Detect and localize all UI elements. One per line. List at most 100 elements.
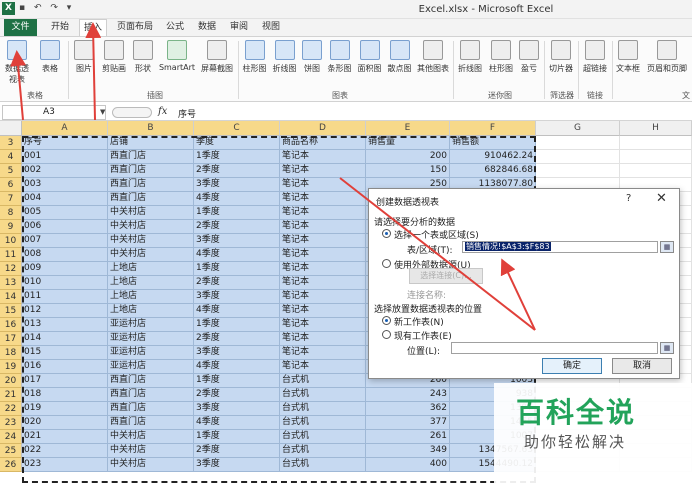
row-header[interactable]: 18	[0, 346, 22, 360]
cell-c7[interactable]: 4季度	[194, 192, 280, 206]
bar-chart-button[interactable]: 条形图	[325, 40, 354, 74]
close-icon[interactable]: ✕	[656, 191, 667, 206]
chevron-down-icon[interactable]: ▼	[100, 108, 105, 116]
cell-a6[interactable]: 003	[22, 178, 108, 192]
cell-b7[interactable]: 西直门店	[108, 192, 194, 206]
row-header[interactable]: 7	[0, 192, 22, 206]
row-header[interactable]: 26	[0, 458, 22, 472]
cell-d9[interactable]: 笔记本	[280, 220, 366, 234]
location-collapse-icon[interactable]: ▦	[660, 342, 674, 354]
cell-a19[interactable]: 016	[22, 360, 108, 374]
cell-c12[interactable]: 1季度	[194, 262, 280, 276]
cell-a21[interactable]: 018	[22, 388, 108, 402]
table-button[interactable]: 表格	[36, 40, 64, 74]
row-header[interactable]: 11	[0, 248, 22, 262]
function-icon[interactable]: fx	[158, 106, 167, 117]
cell-f4[interactable]: 910462.24	[450, 150, 536, 164]
cell-b3[interactable]: 店铺	[108, 136, 194, 150]
cell-d26[interactable]: 台式机	[280, 458, 366, 472]
cell-c20[interactable]: 1季度	[194, 374, 280, 388]
cell-e22[interactable]: 362	[366, 402, 450, 416]
cell-d15[interactable]: 笔记本	[280, 304, 366, 318]
cell-a26[interactable]: 023	[22, 458, 108, 472]
tab-view[interactable]: 视图	[258, 19, 284, 36]
cell-b14[interactable]: 上地店	[108, 290, 194, 304]
row-header[interactable]: 4	[0, 150, 22, 164]
cell-a18[interactable]: 015	[22, 346, 108, 360]
row-header[interactable]: 12	[0, 262, 22, 276]
name-box[interactable]: A3	[2, 105, 106, 120]
cell-c21[interactable]: 2季度	[194, 388, 280, 402]
column-header-d[interactable]: D	[280, 121, 366, 136]
row-header[interactable]: 6	[0, 178, 22, 192]
tab-data[interactable]: 数据	[194, 19, 220, 36]
pivot-table-button[interactable]: 数据透视表	[2, 40, 32, 85]
radio-existing-worksheet[interactable]	[382, 330, 391, 339]
cell-a9[interactable]: 006	[22, 220, 108, 234]
cell-c22[interactable]: 3季度	[194, 402, 280, 416]
radio-new-worksheet-label[interactable]: 新工作表(N)	[394, 315, 444, 328]
row-header[interactable]: 3	[0, 136, 22, 150]
cell-e24[interactable]: 261	[366, 430, 450, 444]
cell-g3[interactable]	[536, 136, 620, 150]
cell-e23[interactable]: 377	[366, 416, 450, 430]
cell-a11[interactable]: 008	[22, 248, 108, 262]
cell-d21[interactable]: 台式机	[280, 388, 366, 402]
cell-f3[interactable]: 销售额	[450, 136, 536, 150]
cell-a8[interactable]: 005	[22, 206, 108, 220]
cell-d16[interactable]: 笔记本	[280, 318, 366, 332]
help-icon[interactable]: ?	[626, 193, 631, 204]
cell-b18[interactable]: 亚运村店	[108, 346, 194, 360]
cell-e5[interactable]: 150	[366, 164, 450, 178]
cell-b6[interactable]: 西直门店	[108, 178, 194, 192]
cell-a10[interactable]: 007	[22, 234, 108, 248]
row-header[interactable]: 13	[0, 276, 22, 290]
cancel-button[interactable]: 取消	[612, 358, 672, 374]
hyperlink-button[interactable]: 超链接	[580, 40, 610, 74]
cell-d12[interactable]: 笔记本	[280, 262, 366, 276]
cell-a22[interactable]: 019	[22, 402, 108, 416]
cell-b22[interactable]: 西直门店	[108, 402, 194, 416]
cell-d22[interactable]: 台式机	[280, 402, 366, 416]
shapes-button[interactable]: 形状	[131, 40, 155, 74]
sparkline-winloss-button[interactable]: 盈亏	[517, 40, 541, 74]
column-header-e[interactable]: E	[366, 121, 450, 136]
cell-c8[interactable]: 1季度	[194, 206, 280, 220]
cell-c10[interactable]: 3季度	[194, 234, 280, 248]
cell-d5[interactable]: 笔记本	[280, 164, 366, 178]
row-header[interactable]: 5	[0, 164, 22, 178]
row-header[interactable]: 15	[0, 304, 22, 318]
screenshot-button[interactable]: 屏幕截图	[198, 40, 236, 74]
cell-e21[interactable]: 243	[366, 388, 450, 402]
tab-insert[interactable]: 插入	[79, 19, 107, 37]
line-chart-button[interactable]: 折线图	[270, 40, 299, 74]
row-header[interactable]: 17	[0, 332, 22, 346]
cell-d14[interactable]: 笔记本	[280, 290, 366, 304]
cell-a24[interactable]: 021	[22, 430, 108, 444]
row-header[interactable]: 25	[0, 444, 22, 458]
row-header[interactable]: 8	[0, 206, 22, 220]
cell-d24[interactable]: 台式机	[280, 430, 366, 444]
cell-b20[interactable]: 西直门店	[108, 374, 194, 388]
smartart-button[interactable]: SmartArt	[157, 40, 197, 72]
cell-b21[interactable]: 西直门店	[108, 388, 194, 402]
select-all-corner[interactable]	[0, 121, 22, 136]
cell-d19[interactable]: 笔记本	[280, 360, 366, 374]
cell-b8[interactable]: 中关村店	[108, 206, 194, 220]
cell-g5[interactable]	[536, 164, 620, 178]
radio-new-worksheet[interactable]	[382, 316, 391, 325]
radio-existing-worksheet-label[interactable]: 现有工作表(E)	[394, 329, 452, 342]
sparkline-line-button[interactable]: 折线图	[455, 40, 485, 74]
cell-f5[interactable]: 682846.68	[450, 164, 536, 178]
cell-a4[interactable]: 001	[22, 150, 108, 164]
row-header[interactable]: 16	[0, 318, 22, 332]
header-footer-button[interactable]: 页眉和页脚	[643, 40, 691, 74]
formula-controls[interactable]	[112, 107, 152, 118]
cell-g4[interactable]	[536, 150, 620, 164]
cell-a12[interactable]: 009	[22, 262, 108, 276]
cell-a17[interactable]: 014	[22, 332, 108, 346]
cell-c13[interactable]: 2季度	[194, 276, 280, 290]
cell-b16[interactable]: 亚运村店	[108, 318, 194, 332]
cell-a15[interactable]: 012	[22, 304, 108, 318]
cell-a16[interactable]: 013	[22, 318, 108, 332]
